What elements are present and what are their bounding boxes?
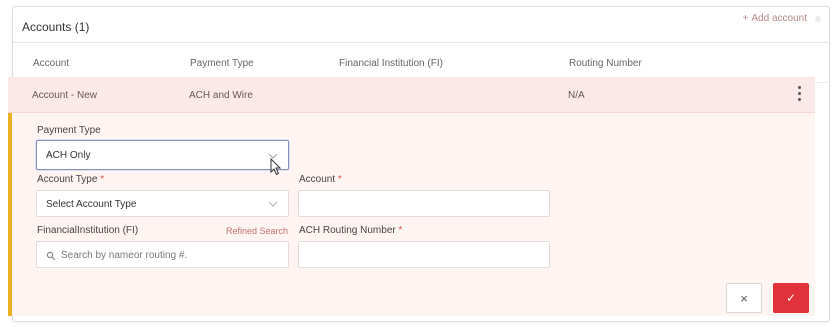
- add-account-label: Add account: [751, 13, 807, 24]
- close-icon: ×: [740, 290, 748, 306]
- check-icon: ✓: [785, 291, 797, 305]
- mouse-cursor-icon: [270, 158, 282, 176]
- table-row[interactable]: Account - New ACH and Wire N/A: [8, 77, 815, 113]
- plus-icon: +: [742, 13, 749, 24]
- column-header-account: Account: [33, 58, 70, 69]
- payment-type-label: Payment Type: [37, 125, 101, 136]
- row-payment-type: ACH and Wire: [189, 90, 253, 101]
- card-title: Accounts (1): [22, 20, 90, 34]
- account-edit-panel: Payment Type ACH Only Account Type * Sel…: [8, 113, 815, 316]
- save-button[interactable]: ✓: [773, 283, 809, 313]
- cancel-button[interactable]: ×: [726, 283, 762, 313]
- financial-institution-placeholder: Search by nameor routing #.: [61, 250, 188, 261]
- more-options-icon[interactable]: [797, 86, 803, 104]
- chevron-down-icon: [268, 201, 278, 207]
- account-label: Account *: [299, 174, 342, 185]
- account-type-placeholder: Select Account Type: [46, 199, 137, 210]
- refined-search-link[interactable]: Refined Search: [226, 226, 288, 236]
- card-header: Accounts (1) + Add account: [13, 7, 829, 43]
- ach-routing-number-input[interactable]: [298, 241, 550, 268]
- payment-type-value: ACH Only: [46, 150, 91, 161]
- search-icon: [46, 251, 56, 261]
- payment-type-select[interactable]: ACH Only: [36, 140, 289, 170]
- financial-institution-label: FinancialInstitution (FI): [37, 225, 139, 236]
- account-type-label: Account Type *: [37, 174, 105, 185]
- column-header-routing-number: Routing Number: [569, 58, 642, 69]
- info-icon: [815, 16, 821, 22]
- row-routing-number: N/A: [568, 90, 585, 101]
- row-account: Account - New: [32, 90, 98, 101]
- financial-institution-search-input[interactable]: Search by nameor routing #.: [36, 241, 289, 268]
- column-header-payment-type: Payment Type: [190, 58, 254, 69]
- account-input[interactable]: [298, 190, 550, 217]
- add-account-link[interactable]: + Add account: [743, 13, 807, 24]
- account-type-select[interactable]: Select Account Type: [36, 190, 289, 217]
- column-header-financial-institution: Financial Institution (FI): [339, 58, 443, 69]
- ach-routing-number-label: ACH Routing Number *: [299, 225, 403, 236]
